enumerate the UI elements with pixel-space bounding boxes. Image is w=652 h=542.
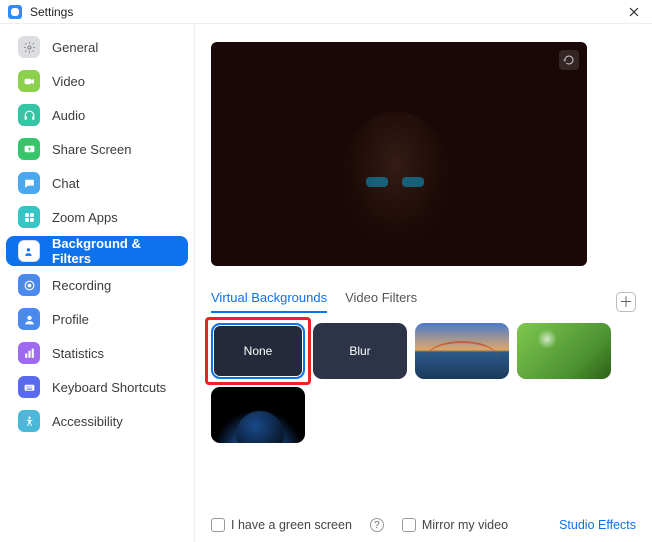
video-preview (211, 42, 587, 266)
sidebar-item-label: Chat (52, 176, 79, 191)
tabs: Virtual Backgrounds Video Filters (211, 290, 417, 313)
sidebar-item-recording[interactable]: Recording (6, 270, 188, 300)
statistics-icon (18, 342, 40, 364)
sidebar-item-label: Zoom Apps (52, 210, 118, 225)
green-screen-checkbox[interactable]: I have a green screen (211, 518, 352, 532)
sidebar-item-zoom-apps[interactable]: Zoom Apps (6, 202, 188, 232)
studio-effects-link[interactable]: Studio Effects (559, 518, 636, 532)
footer: I have a green screen ? Mirror my video … (211, 500, 636, 532)
window-title: Settings (30, 5, 73, 19)
sidebar-item-label: Profile (52, 312, 89, 327)
main-container: General Video Audio Share Screen Chat Zo… (0, 24, 652, 542)
apps-icon (18, 206, 40, 228)
background-blur[interactable]: Blur (313, 323, 407, 379)
sidebar-item-label: Recording (52, 278, 111, 293)
sidebar-item-accessibility[interactable]: Accessibility (6, 406, 188, 436)
tab-video-filters[interactable]: Video Filters (345, 290, 417, 313)
sidebar: General Video Audio Share Screen Chat Zo… (0, 24, 195, 542)
mirror-video-checkbox[interactable]: Mirror my video (402, 518, 508, 532)
tabs-row: Virtual Backgrounds Video Filters ＋ (211, 290, 636, 313)
help-icon: ? (374, 520, 380, 531)
green-screen-label: I have a green screen (231, 518, 352, 532)
sidebar-item-audio[interactable]: Audio (6, 100, 188, 130)
tab-virtual-backgrounds[interactable]: Virtual Backgrounds (211, 290, 327, 313)
background-grass[interactable] (517, 323, 611, 379)
recording-icon (18, 274, 40, 296)
checkbox-box (211, 518, 225, 532)
keyboard-icon (18, 376, 40, 398)
sidebar-item-label: Accessibility (52, 414, 123, 429)
background-bridge[interactable] (415, 323, 509, 379)
accessibility-icon (18, 410, 40, 432)
sidebar-item-label: Statistics (52, 346, 104, 361)
headphones-icon (18, 104, 40, 126)
background-icon (18, 240, 40, 262)
sidebar-item-label: Video (52, 74, 85, 89)
titlebar: Settings (0, 0, 652, 24)
plus-icon: ＋ (619, 292, 633, 312)
sidebar-item-profile[interactable]: Profile (6, 304, 188, 334)
video-icon (18, 70, 40, 92)
green-screen-help[interactable]: ? (370, 518, 384, 532)
sidebar-item-share-screen[interactable]: Share Screen (6, 134, 188, 164)
sidebar-item-label: Audio (52, 108, 85, 123)
close-icon (629, 7, 639, 17)
background-none-label: None (244, 344, 273, 358)
preview-glasses (366, 177, 424, 187)
sidebar-item-chat[interactable]: Chat (6, 168, 188, 198)
sidebar-item-general[interactable]: General (6, 32, 188, 62)
sidebar-item-video[interactable]: Video (6, 66, 188, 96)
sidebar-item-background-filters[interactable]: Background & Filters (6, 236, 188, 266)
sidebar-item-label: Background & Filters (52, 236, 176, 266)
close-button[interactable] (624, 2, 644, 22)
rotate-icon (563, 54, 575, 66)
background-blur-label: Blur (349, 344, 370, 358)
mirror-video-label: Mirror my video (422, 518, 508, 532)
background-thumbnails: None Blur (211, 323, 636, 443)
sidebar-item-label: General (52, 40, 98, 55)
background-none[interactable]: None (211, 323, 305, 379)
add-background-button[interactable]: ＋ (616, 292, 636, 312)
sidebar-item-statistics[interactable]: Statistics (6, 338, 188, 368)
app-icon (8, 5, 22, 19)
chat-icon (18, 172, 40, 194)
sidebar-item-label: Share Screen (52, 142, 132, 157)
main-panel: Virtual Backgrounds Video Filters ＋ None… (195, 24, 652, 542)
sidebar-item-keyboard-shortcuts[interactable]: Keyboard Shortcuts (6, 372, 188, 402)
sidebar-item-label: Keyboard Shortcuts (52, 380, 166, 395)
share-screen-icon (18, 138, 40, 160)
selected-highlight: None (211, 323, 305, 379)
profile-icon (18, 308, 40, 330)
gear-icon (18, 36, 40, 58)
background-earth[interactable] (211, 387, 305, 443)
checkbox-box (402, 518, 416, 532)
rotate-camera-button[interactable] (559, 50, 579, 70)
